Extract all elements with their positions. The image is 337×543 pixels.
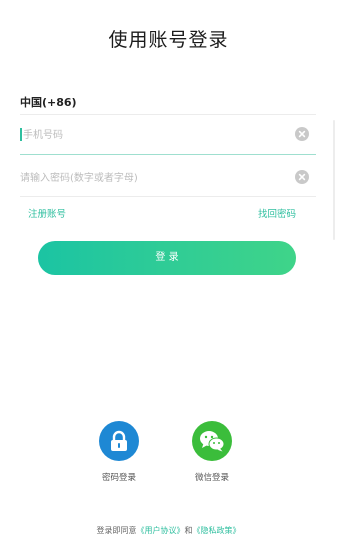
agreement-and: 和 bbox=[184, 526, 193, 535]
password-underline bbox=[20, 196, 316, 197]
phone-underline bbox=[20, 154, 316, 155]
clear-phone-icon[interactable] bbox=[295, 127, 309, 141]
wechat-login-button[interactable] bbox=[192, 421, 232, 461]
login-screen: 使用账号登录 中国(+86) 注册账号 找回密码 登 录 bbox=[0, 0, 337, 543]
wechat-login-label: 微信登录 bbox=[194, 473, 229, 483]
text-cursor bbox=[20, 128, 22, 141]
password-login-label: 密码登录 bbox=[101, 473, 136, 483]
divider bbox=[20, 114, 316, 115]
password-input[interactable] bbox=[20, 170, 282, 186]
country-code-selector[interactable]: 中国(+86) bbox=[20, 94, 77, 110]
user-agreement-link[interactable]: 《用户协议》 bbox=[137, 526, 185, 535]
forgot-password-link[interactable]: 找回密码 bbox=[258, 206, 296, 220]
privacy-policy-link[interactable]: 《隐私政策》 bbox=[193, 526, 241, 535]
lock-icon bbox=[109, 430, 129, 452]
page-title: 使用账号登录 bbox=[108, 29, 229, 51]
scrollbar[interactable] bbox=[333, 120, 335, 240]
password-login-button[interactable] bbox=[99, 421, 139, 461]
clear-password-icon[interactable] bbox=[295, 170, 309, 184]
login-button[interactable]: 登 录 bbox=[38, 241, 296, 275]
password-login-option[interactable]: 密码登录 bbox=[89, 421, 149, 483]
wechat-icon bbox=[199, 430, 225, 452]
register-link[interactable]: 注册账号 bbox=[28, 206, 66, 220]
agreement-prefix: 登录即同意 bbox=[96, 526, 137, 535]
phone-input[interactable] bbox=[23, 127, 285, 143]
wechat-login-option[interactable]: 微信登录 bbox=[182, 421, 242, 483]
agreement-text: 登录即同意《用户协议》和《隐私政策》 bbox=[0, 525, 337, 536]
